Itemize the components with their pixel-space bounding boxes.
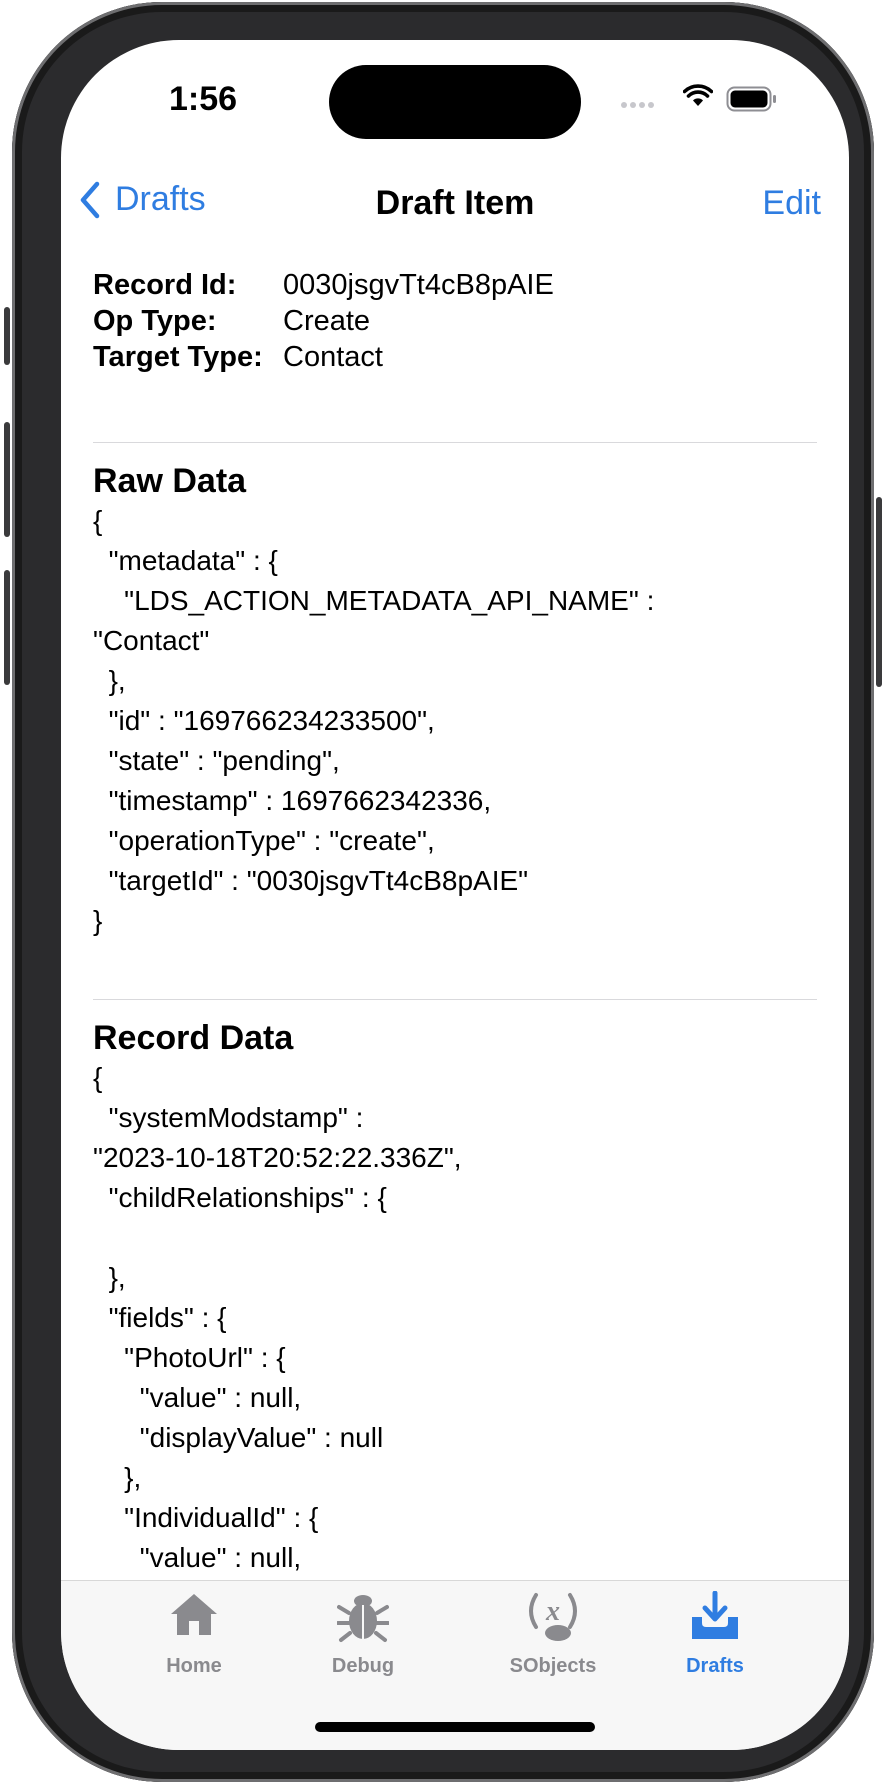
op-type-value: Create (283, 305, 371, 337)
home-indicator (315, 1722, 595, 1732)
dynamic-island (329, 65, 581, 139)
op-type-label: Op Type: (93, 305, 217, 337)
record-data-title: Record Data (93, 1019, 294, 1057)
tab-sobjects-label: SObjects (509, 1655, 597, 1677)
navigation-bar: Drafts Draft Item Edit (61, 168, 849, 238)
phone-frame: 1:56 Drafts Draft Item Edit Record Id: 0… (4, 2, 882, 1782)
raw-data-json: { "metadata" : { "LDS_ACTION_METADATA_AP… (93, 505, 655, 936)
page-title: Draft Item (375, 184, 535, 222)
wifi-icon (683, 84, 713, 106)
status-time: 1:56 (169, 80, 238, 118)
tab-home[interactable]: Home (114, 1581, 274, 1691)
record-data-section: Record Data { "systemModstamp" : "2023-1… (93, 1018, 817, 1578)
cellular-signal-icon (621, 102, 654, 108)
battery-icon (726, 86, 776, 112)
raw-data-section: Raw Data { "metadata" : { "LDS_ACTION_ME… (93, 461, 817, 941)
volume-down-button (4, 570, 10, 685)
svg-text:x: x (545, 1596, 560, 1627)
draft-content: Record Id: 0030jsgvTt4cB8pAIE Op Type: C… (93, 268, 817, 1578)
target-type-value: Contact (283, 341, 383, 373)
tray-download-icon (692, 1591, 738, 1639)
raw-data-title: Raw Data (93, 462, 247, 500)
divider (93, 442, 817, 443)
power-button (876, 497, 882, 687)
divider (93, 999, 817, 1000)
record-data-json: { "systemModstamp" : "2023-10-18T20:52:2… (93, 1062, 462, 1573)
screen: 1:56 Drafts Draft Item Edit Record Id: 0… (61, 40, 849, 1750)
volume-up-button (4, 422, 10, 537)
tab-debug-label: Debug (331, 1655, 395, 1677)
bug-icon (337, 1595, 389, 1642)
draft-info: Record Id: 0030jsgvTt4cB8pAIE Op Type: C… (93, 268, 817, 374)
tab-sobjects[interactable]: x SObjects (473, 1581, 633, 1691)
record-id-label: Record Id: (93, 269, 237, 301)
tab-drafts[interactable]: Drafts (635, 1581, 795, 1691)
record-id-value: 0030jsgvTt4cB8pAIE (283, 269, 554, 301)
tab-home-label: Home (166, 1655, 222, 1677)
edit-button[interactable]: Edit (762, 184, 821, 223)
tab-debug[interactable]: Debug (283, 1581, 443, 1691)
action-button (4, 307, 10, 365)
function-icon: x (529, 1593, 577, 1641)
tab-drafts-label: Drafts (686, 1655, 744, 1677)
house-icon (171, 1594, 217, 1635)
target-type-label: Target Type: (93, 341, 263, 373)
